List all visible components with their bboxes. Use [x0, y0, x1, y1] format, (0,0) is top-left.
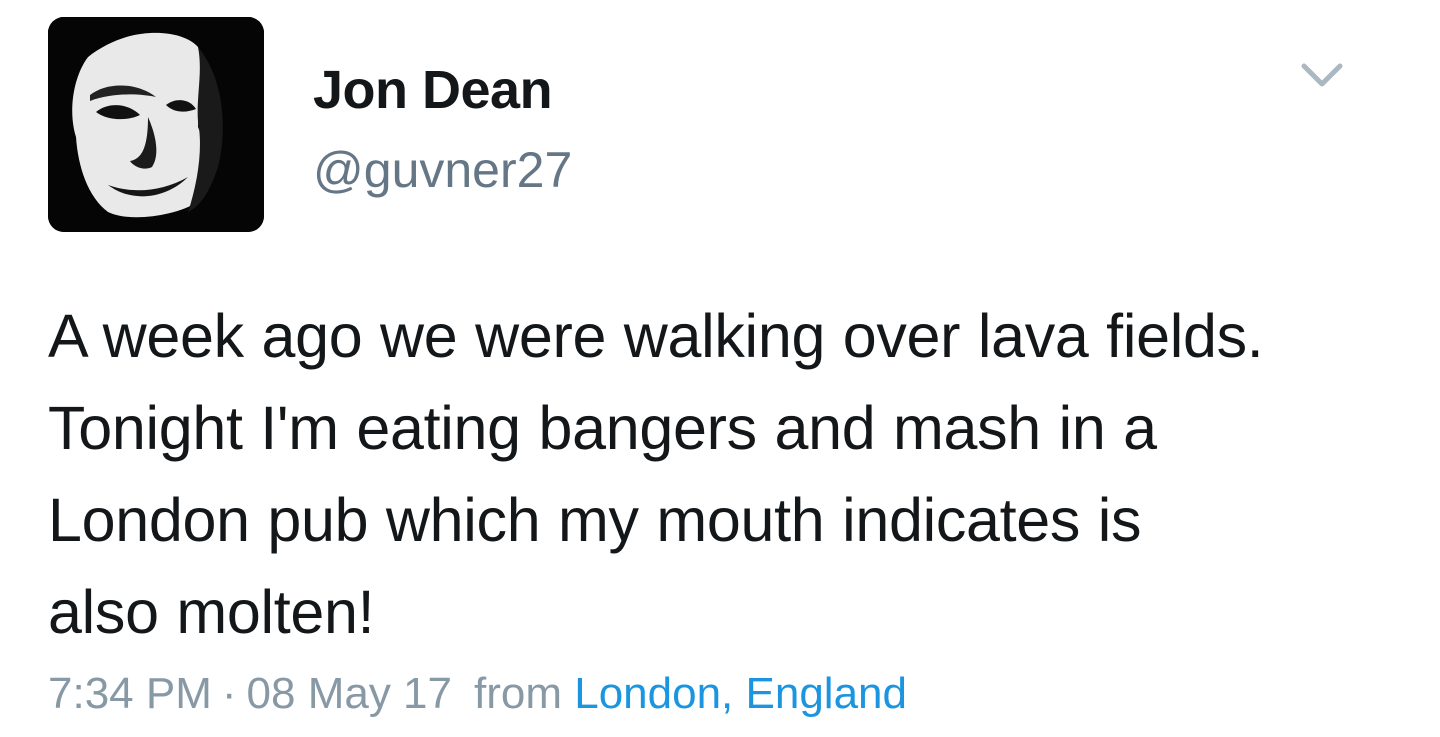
meta-separator: · [221, 669, 237, 718]
tweet-card: Jon Dean @guvner27 A week ago we were wa… [0, 0, 1440, 737]
location-link[interactable]: London, England [574, 669, 907, 718]
author-handle[interactable]: @guvner27 [313, 140, 572, 200]
tweet-text: A week ago we were walking over lava fie… [48, 290, 1398, 658]
tweet-text-line: also molten! [48, 578, 375, 646]
tweet-date[interactable]: 08 May 17 [247, 669, 452, 718]
from-label: from [474, 669, 562, 718]
tweet-meta: 7:34 PM · 08 May 17 from London, England [48, 668, 907, 721]
chevron-down-icon[interactable] [1298, 58, 1346, 94]
avatar[interactable] [48, 17, 264, 232]
avatar-face-image [48, 17, 264, 232]
tweet-time[interactable]: 7:34 PM [48, 669, 212, 718]
author-display-name[interactable]: Jon Dean [313, 58, 553, 123]
tweet-text-line: London pub which my mouth indicates is [48, 486, 1142, 554]
tweet-text-line: A week ago we were walking over lava fie… [48, 302, 1264, 370]
tweet-text-line: Tonight I'm eating bangers and mash in a [48, 394, 1157, 462]
